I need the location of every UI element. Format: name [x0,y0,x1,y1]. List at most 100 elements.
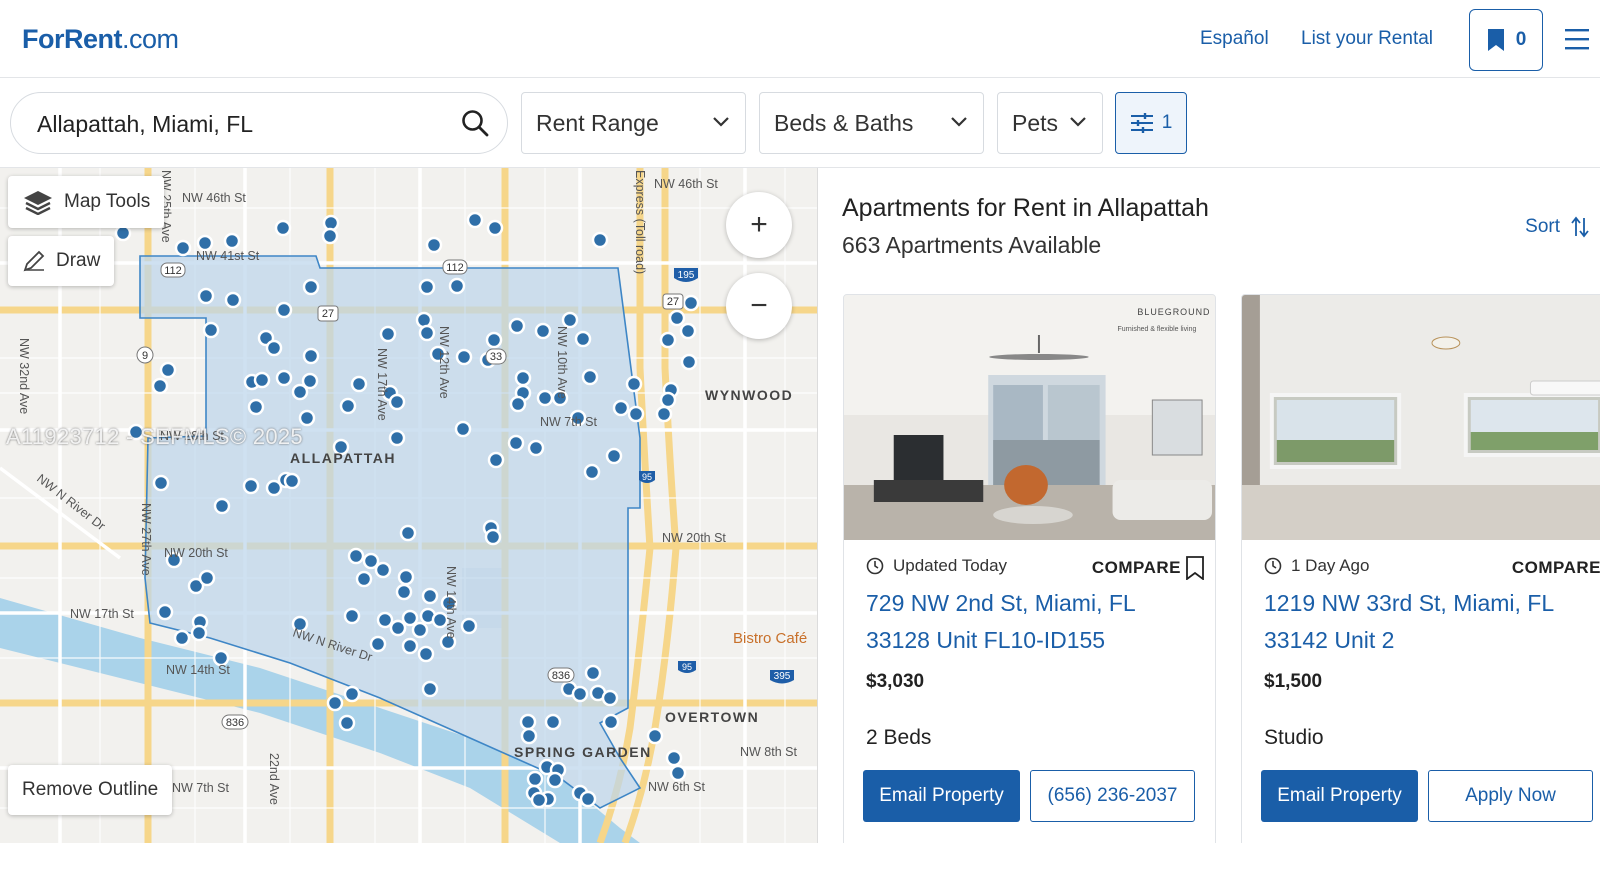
map-panel[interactable]: 112 112 27 27 9 33 195 95 95 395 836 836… [0,168,818,843]
listing-photo[interactable] [1242,295,1600,540]
chevron-down-icon [713,117,729,127]
results-panel: Apartments for Rent in Allapattah 663 Ap… [818,168,1600,843]
rent-range-label: Rent Range [536,110,659,136]
chevron-down-icon [1070,117,1086,127]
clock-icon [1264,557,1282,575]
svg-text:33: 33 [490,351,502,363]
compare-label: COMPARE [1091,558,1181,577]
sliders-icon [1130,113,1153,133]
forrent-logo[interactable]: ForRent.com [22,24,179,55]
listing-address-link[interactable]: 1219 NW 33rd St, Miami, FL 33142 Unit 2 [1264,585,1594,659]
updated-label: 1 Day Ago [1291,556,1370,575]
apply-now-button[interactable]: Apply Now [1428,770,1593,822]
beds-baths-dropdown[interactable]: Beds & Baths [759,92,984,154]
filter-bar: Allapattah, Miami, FL Rent Range Beds & … [0,78,1600,168]
street-label: NW 14th St [166,663,230,677]
neighborhood-label: WYNWOOD [705,387,793,403]
site-header: ForRent.com Español List your Rental 0 [0,0,1600,78]
svg-text:27: 27 [322,308,334,320]
mls-watermark: A11923712 - SEFMLS© 2025 [6,424,303,449]
updated-label: Updated Today [893,556,1008,575]
map-tools-button[interactable]: Map Tools [8,176,165,228]
map-canvas[interactable]: 112 112 27 27 9 33 195 95 95 395 836 836… [0,168,818,843]
results-title: Apartments for Rent in Allapattah [842,194,1209,222]
svg-text:9: 9 [142,350,148,362]
zoom-out-button[interactable]: − [726,273,792,339]
active-filter-count: 1 [1161,112,1173,133]
street-label: NW 32nd Ave [17,338,31,414]
street-label: 22nd Ave [267,753,281,805]
street-label: NW 12th Ave [437,326,451,399]
street-label: NW 20th St [164,546,228,560]
poi-label: Bistro Café [733,630,807,647]
listing-price: $1,500 [1264,671,1323,692]
bookmark-outline-icon [1186,556,1204,580]
neighborhood-label: SPRING GARDEN [514,744,652,760]
pets-dropdown[interactable]: Pets [997,92,1103,154]
remove-outline-button[interactable]: Remove Outline [8,765,173,815]
street-label: NW 20th St [662,531,726,545]
svg-text:395: 395 [774,671,791,682]
sort-arrows-icon [1571,216,1589,238]
results-count: 663 Apartments Available [842,232,1102,258]
search-icon[interactable] [461,109,489,137]
svg-text:95: 95 [682,662,692,672]
draw-button[interactable]: Draw [8,236,115,286]
compare-toggle[interactable]: COMPARE [1512,556,1600,580]
listing-photo[interactable]: BLUEGROUND Furnished & flexible living [844,295,1215,540]
neighborhood-label: ALLAPATTAH [290,450,396,466]
listing-beds: 2 Beds [866,726,932,749]
email-property-button[interactable]: Email Property [1261,770,1418,822]
remove-outline-label: Remove Outline [22,779,159,800]
list-your-rental-link[interactable]: List your Rental [1301,28,1433,50]
street-label: NW 46th St [654,177,718,191]
compare-label: COMPARE [1511,558,1600,577]
favorites-count: 0 [1515,29,1527,50]
street-label: NW 14th Ave [444,566,458,639]
svg-text:112: 112 [164,265,182,277]
updated-status: Updated Today [866,556,1007,576]
espanol-link[interactable]: Español [1200,28,1269,50]
beds-baths-label: Beds & Baths [774,110,914,136]
more-filters-button[interactable]: 1 [1115,92,1187,154]
street-label: NW 46th St [182,191,246,205]
svg-text:Furnished & flexible living: Furnished & flexible living [1118,326,1197,333]
layers-icon [24,191,52,215]
listing-card[interactable]: 1 Day Ago COMPARE 1219 NW 33rd St, Miami… [1241,294,1600,843]
street-label: NW 8th St [740,745,797,759]
draw-label: Draw [56,250,101,271]
sort-button[interactable]: Sort [1525,216,1590,238]
street-label: NW 17th Ave [375,348,389,421]
favorites-button[interactable]: 0 [1469,9,1543,71]
street-label: NW 27th Ave [139,503,153,576]
updated-status: 1 Day Ago [1264,556,1369,576]
rent-range-dropdown[interactable]: Rent Range [521,92,746,154]
street-label: NW 7th St [172,781,229,795]
svg-text:195: 195 [678,270,695,281]
hamburger-menu-icon[interactable] [1565,28,1589,50]
email-property-button[interactable]: Email Property [863,770,1020,822]
zoom-in-button[interactable]: + [726,192,792,258]
svg-text:BLUEGROUND: BLUEGROUND [1137,307,1210,317]
street-label: NW 7th St [540,415,597,429]
pencil-icon [23,250,45,272]
listing-address-link[interactable]: 729 NW 2nd St, Miami, FL 33128 Unit FL10… [866,585,1196,659]
phone-number-button[interactable]: (656) 236-2037 [1030,770,1195,822]
street-label: Express (Toll road) [633,170,647,274]
map-tools-label: Map Tools [64,191,151,212]
listing-beds: Studio [1264,726,1324,749]
street-label: NW 41st St [196,249,260,263]
search-value: Allapattah, Miami, FL [37,111,254,137]
svg-text:836: 836 [552,670,570,682]
listing-price: $3,030 [866,671,925,692]
svg-text:95: 95 [642,472,652,482]
svg-text:27: 27 [667,296,679,308]
listing-card[interactable]: BLUEGROUND Furnished & flexible living U… [843,294,1216,843]
compare-toggle[interactable]: COMPARE [1092,556,1205,580]
sort-label: Sort [1525,216,1560,237]
location-search-input[interactable]: Allapattah, Miami, FL [10,92,508,154]
svg-text:836: 836 [226,717,244,729]
chevron-down-icon [951,117,967,127]
neighborhood-label: OVERTOWN [665,709,759,725]
street-label: NW 17th St [70,607,134,621]
